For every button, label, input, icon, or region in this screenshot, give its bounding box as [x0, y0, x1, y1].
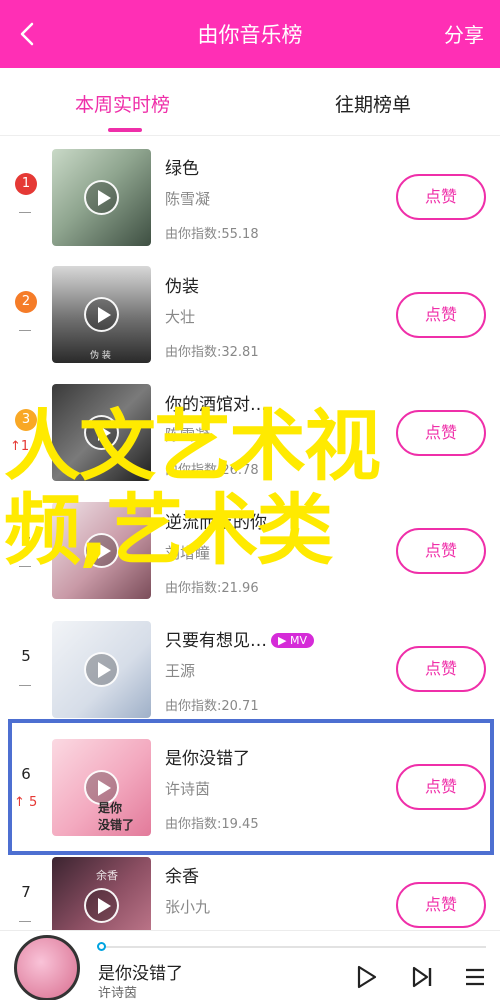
song-index: 由你指数:21.96 — [165, 581, 259, 596]
play-icon[interactable] — [84, 888, 119, 923]
tab-past-charts[interactable]: 往期榜单 — [335, 90, 411, 117]
like-button[interactable]: 点赞 — [396, 882, 486, 928]
song-title: 绿色 — [165, 159, 199, 179]
song-title: 伪装 — [165, 277, 199, 297]
play-icon[interactable] — [352, 963, 380, 991]
like-button[interactable]: 点赞 — [396, 646, 486, 692]
rank-number: 7 — [21, 883, 31, 901]
mini-player[interactable]: 是你没错了 许诗茵 — [0, 930, 500, 1000]
song-cover[interactable] — [52, 621, 151, 718]
rank-badge: 1 — [15, 173, 37, 195]
rank-badge: 2 — [15, 291, 37, 313]
now-playing-cover[interactable] — [14, 935, 80, 1000]
song-index: 由你指数:20.71 — [165, 699, 259, 714]
song-title: 只要有想见… ▶ MV — [165, 626, 314, 651]
progress-handle[interactable] — [97, 942, 106, 951]
song-artist[interactable]: 陈雪凝 — [165, 188, 210, 209]
next-track-icon[interactable] — [408, 963, 436, 991]
play-icon[interactable] — [84, 652, 119, 687]
cover-title-text: 余香 — [96, 869, 118, 882]
song-index: 由你指数:55.18 — [165, 227, 259, 242]
now-playing-artist: 许诗茵 — [98, 986, 138, 1000]
selected-row-highlight — [8, 719, 494, 855]
like-button[interactable]: 点赞 — [396, 292, 486, 338]
song-title: 余香 — [165, 867, 199, 887]
rank-unchanged-indicator — [19, 212, 31, 213]
rank-unchanged-indicator — [19, 685, 31, 686]
mv-label: MV — [289, 634, 307, 647]
play-icon[interactable] — [84, 297, 119, 332]
song-artist[interactable]: 大壮 — [165, 306, 195, 327]
like-button[interactable]: 点赞 — [396, 174, 486, 220]
page-title: 由你音乐榜 — [197, 23, 303, 47]
song-artist[interactable]: 王源 — [165, 660, 195, 681]
active-tab-indicator — [108, 128, 142, 132]
now-playing-title: 是你没错了 — [98, 964, 183, 984]
progress-track[interactable] — [98, 946, 486, 948]
song-cover[interactable] — [52, 149, 151, 246]
playlist-icon[interactable] — [462, 963, 490, 991]
mv-badge[interactable]: ▶ MV — [271, 633, 314, 648]
chart-tabs: 本周实时榜 往期榜单 — [0, 68, 500, 136]
overlay-caption-line2: 频,艺术类 — [4, 487, 333, 576]
song-title-text: 只要有想见… — [165, 631, 267, 651]
overlay-caption-line1: 人文艺术视 — [4, 403, 381, 492]
rank-unchanged-indicator — [19, 921, 31, 922]
rank-unchanged-indicator — [19, 330, 31, 331]
rank-number: 5 — [21, 647, 31, 665]
song-artist[interactable]: 张小九 — [165, 896, 210, 917]
cover-title-text: 伪 装 — [90, 351, 111, 361]
song-cover[interactable]: 伪 装 — [52, 266, 151, 363]
song-index: 由你指数:32.81 — [165, 345, 259, 360]
song-row-5[interactable]: 5 只要有想见… ▶ MV 王源 由你指数:20.71 点赞 — [0, 615, 500, 733]
tab-this-week-realtime[interactable]: 本周实时榜 — [75, 90, 170, 117]
share-button[interactable]: 分享 — [444, 19, 484, 48]
song-row-1[interactable]: 1 绿色 陈雪凝 由你指数:55.18 点赞 — [0, 143, 500, 261]
play-icon[interactable] — [84, 180, 119, 215]
song-row-2[interactable]: 2 伪 装 伪装 大壮 由你指数:32.81 点赞 — [0, 261, 500, 379]
app-header: 由你音乐榜 分享 — [0, 0, 500, 68]
